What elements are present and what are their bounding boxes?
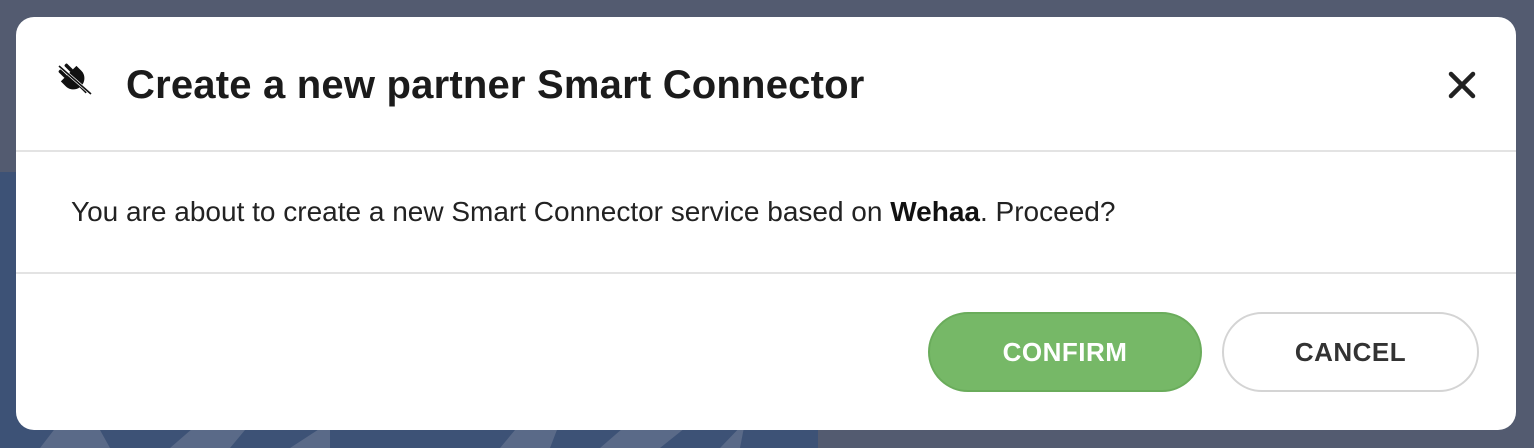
message-prefix: You are about to create a new Smart Conn… xyxy=(71,196,891,227)
dialog-body: You are about to create a new Smart Conn… xyxy=(16,152,1516,274)
dialog-title: Create a new partner Smart Connector xyxy=(126,63,865,107)
partner-name: Wehaa xyxy=(890,196,980,227)
create-connector-dialog: Create a new partner Smart Connector You… xyxy=(16,17,1516,430)
dialog-header: Create a new partner Smart Connector xyxy=(16,17,1516,152)
plug-icon xyxy=(54,59,96,101)
close-icon[interactable] xyxy=(1442,65,1482,105)
message-suffix: . Proceed? xyxy=(979,196,1116,227)
confirmation-message: You are about to create a new Smart Conn… xyxy=(71,194,1115,230)
cancel-button[interactable]: CANCEL xyxy=(1222,312,1479,392)
dialog-footer: CONFIRM CANCEL xyxy=(16,274,1516,430)
confirm-button[interactable]: CONFIRM xyxy=(928,312,1202,392)
